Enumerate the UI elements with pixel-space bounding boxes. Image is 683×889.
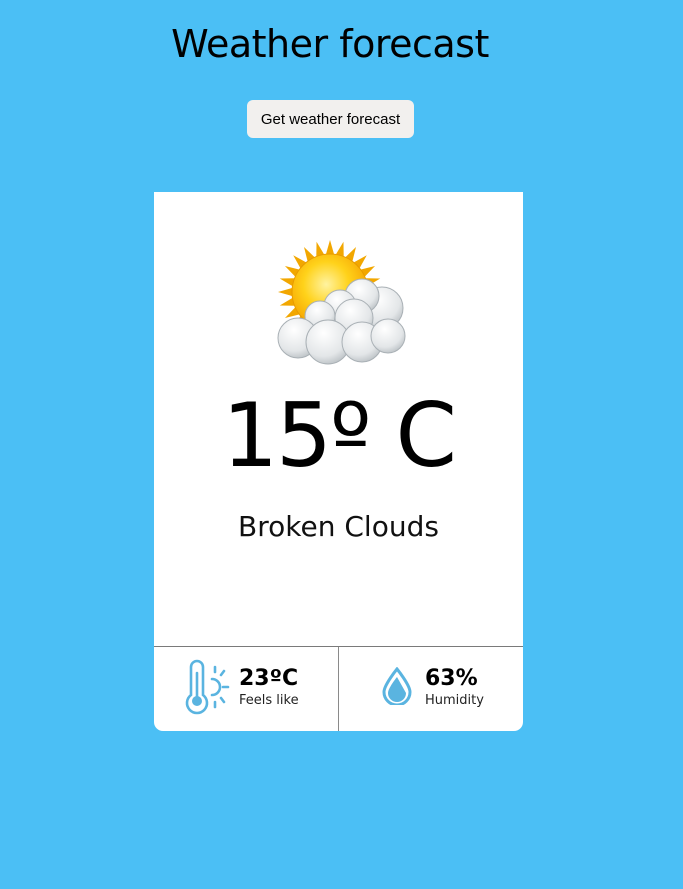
humidity-value: 63% <box>425 666 478 691</box>
thermometer-sun-icon <box>185 659 230 715</box>
weather-description: Broken Clouds <box>238 510 439 543</box>
temperature: 15º C <box>222 384 457 487</box>
feels-like-section: 23ºC Feels like <box>154 647 339 731</box>
get-weather-button[interactable]: Get weather forecast <box>247 100 414 138</box>
humidity-label: Humidity <box>425 693 484 708</box>
page-title: Weather forecast <box>171 22 489 66</box>
sun-behind-clouds-icon <box>277 240 406 365</box>
weather-details: 23ºC Feels like 63% Humidity <box>154 646 523 731</box>
water-drop-icon <box>382 667 412 705</box>
feels-like-value: 23ºC <box>239 666 299 691</box>
humidity-section: 63% Humidity <box>339 647 523 731</box>
weather-card: 15º C Broken Clouds 23ºC Feels like 63% … <box>154 192 523 731</box>
feels-like-label: Feels like <box>239 693 299 708</box>
